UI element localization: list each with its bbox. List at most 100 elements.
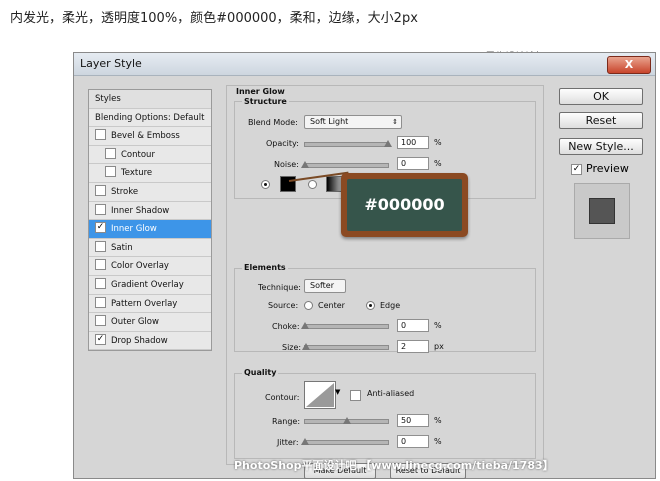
contour-dropdown-icon[interactable]: ▼ [335, 388, 340, 396]
opacity-slider[interactable] [304, 140, 392, 147]
style-checkbox[interactable] [95, 259, 106, 271]
style-checkbox[interactable] [95, 184, 106, 196]
anti-aliased-checkbox[interactable] [350, 390, 361, 401]
style-label: Inner Shadow [111, 205, 170, 216]
layer-style-dialog: Layer Style X Styles Blending Options: De… [73, 52, 656, 479]
structure-title: Structure [242, 97, 289, 106]
styles-item-bevel-emboss[interactable]: Bevel & Emboss [89, 127, 211, 146]
watermark-bottom: PhotoShop平面设计吧 【www.linecg.com/tieba/178… [234, 459, 554, 472]
styles-item-drop-shadow[interactable]: ✓ Drop Shadow [89, 332, 211, 351]
range-field[interactable]: 50 [397, 414, 429, 427]
styles-item-contour[interactable]: Contour [89, 146, 211, 165]
range-slider[interactable] [304, 417, 389, 424]
blend-mode-select[interactable]: Soft Light ⇕ [304, 115, 402, 129]
style-label: Gradient Overlay [111, 279, 184, 290]
choke-unit: % [434, 321, 442, 330]
close-button[interactable]: X [607, 56, 651, 74]
reset-button[interactable]: Reset [559, 112, 643, 129]
source-edge-radio[interactable] [366, 301, 375, 310]
size-unit: px [434, 342, 444, 351]
style-checkbox[interactable] [95, 315, 106, 327]
styles-item-satin[interactable]: Satin [89, 239, 211, 258]
technique-select[interactable]: Softer [304, 279, 346, 293]
style-checkbox[interactable]: ✓ [95, 333, 106, 345]
choke-slider-thumb[interactable] [301, 322, 309, 329]
noise-slider[interactable] [301, 161, 389, 168]
contour-label: Contour: [265, 393, 300, 402]
preview-label: Preview [586, 162, 629, 175]
jitter-slider[interactable] [301, 438, 389, 445]
select-arrows-icon: ⇕ [392, 118, 398, 126]
styles-item-outer-glow[interactable]: Outer Glow [89, 313, 211, 332]
style-label: Styles [95, 94, 121, 104]
style-checkbox[interactable] [95, 240, 106, 252]
source-edge-label: Edge [380, 301, 401, 310]
source-center-label: Center [318, 301, 345, 310]
style-label: Contour [121, 149, 155, 160]
style-label: Satin [111, 242, 133, 253]
size-field[interactable]: 2 [397, 340, 429, 353]
style-label: Drop Shadow [111, 335, 168, 346]
style-label: Inner Glow [111, 224, 157, 235]
style-checkbox[interactable] [95, 277, 106, 289]
contour-picker[interactable] [304, 381, 336, 409]
styles-item-inner-glow[interactable]: ✓ Inner Glow [89, 220, 211, 239]
new-style-button[interactable]: New Style... [559, 138, 643, 155]
style-checkbox[interactable]: ✓ [95, 222, 106, 234]
size-slider-thumb[interactable] [301, 343, 310, 350]
choke-label: Choke: [272, 322, 300, 331]
style-label: Stroke [111, 186, 139, 197]
ok-button[interactable]: OK [559, 88, 643, 105]
choke-field[interactable]: 0 [397, 319, 429, 332]
noise-field[interactable]: 0 [397, 157, 429, 170]
style-checkbox[interactable] [105, 166, 116, 178]
jitter-label: Jitter: [277, 438, 299, 447]
preview-swatch [589, 198, 615, 224]
source-center-radio[interactable] [304, 301, 313, 310]
window-title: Layer Style [80, 57, 142, 70]
solid-color-radio[interactable] [261, 180, 270, 189]
preview-checkbox[interactable]: ✓ [571, 164, 582, 175]
styles-item-texture[interactable]: Texture [89, 164, 211, 183]
styles-item-inner-shadow[interactable]: Inner Shadow [89, 202, 211, 221]
style-label: Blending Options: Default [95, 112, 205, 123]
opacity-field[interactable]: 100 [397, 136, 429, 149]
size-label: Size: [282, 343, 302, 352]
jitter-slider-thumb[interactable] [301, 438, 309, 445]
technique-value: Softer [310, 281, 334, 290]
range-slider-thumb[interactable] [342, 417, 351, 424]
caption-text: 内发光，柔光，透明度100%，颜色#000000，柔和，边缘，大小2px [10, 11, 418, 26]
elements-group [234, 268, 536, 352]
range-label: Range: [272, 417, 301, 426]
opacity-slider-thumb[interactable] [384, 140, 392, 147]
inner-glow-panel: Inner Glow Structure Blend Mode: Soft Li… [226, 85, 544, 479]
color-callout-text: #000000 [347, 179, 462, 231]
size-slider[interactable] [301, 343, 389, 350]
blend-mode-label: Blend Mode: [248, 118, 298, 127]
title-bar: Layer Style X [74, 53, 655, 76]
style-label: Color Overlay [111, 261, 169, 272]
style-checkbox[interactable] [95, 129, 106, 141]
style-label: Pattern Overlay [111, 298, 178, 309]
styles-panel: Styles Blending Options: Default Bevel & E… [88, 89, 212, 351]
choke-slider[interactable] [301, 322, 389, 329]
style-label: Bevel & Emboss [111, 131, 180, 142]
opacity-label: Opacity: [266, 139, 299, 148]
source-label: Source: [268, 301, 299, 310]
styles-item-pattern-overlay[interactable]: Pattern Overlay [89, 295, 211, 314]
styles-item-stroke[interactable]: Stroke [89, 183, 211, 202]
quality-title: Quality [242, 368, 279, 377]
styles-item-blending-options-default[interactable]: Blending Options: Default [89, 109, 211, 128]
style-checkbox[interactable] [95, 203, 106, 215]
inner-glow-title: Inner Glow [234, 87, 287, 96]
gradient-radio[interactable] [308, 180, 317, 189]
preview-thumbnail-frame [574, 183, 630, 239]
styles-item-styles[interactable]: Styles [89, 90, 211, 109]
styles-item-gradient-overlay[interactable]: Gradient Overlay [89, 276, 211, 295]
styles-item-color-overlay[interactable]: Color Overlay [89, 257, 211, 276]
style-checkbox[interactable] [95, 296, 106, 308]
noise-slider-thumb[interactable] [301, 161, 309, 168]
style-checkbox[interactable] [105, 147, 116, 159]
anti-aliased-label: Anti-aliased [367, 389, 415, 398]
jitter-field[interactable]: 0 [397, 435, 429, 448]
